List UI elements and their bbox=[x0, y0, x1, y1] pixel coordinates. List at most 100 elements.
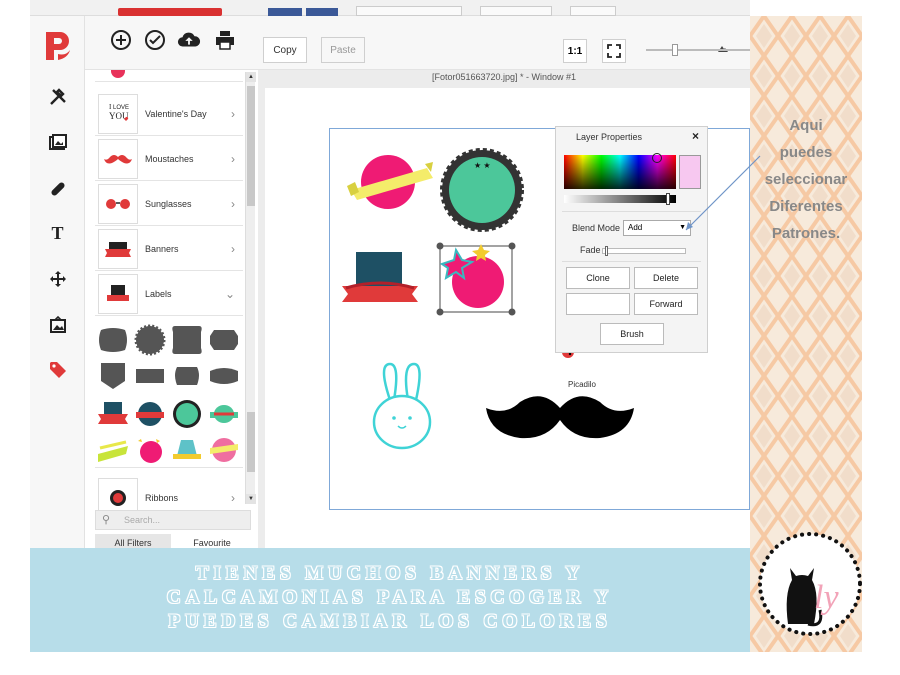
category-moustaches[interactable]: Moustaches › bbox=[95, 137, 243, 181]
label-sticker[interactable] bbox=[206, 432, 242, 468]
label-sticker[interactable] bbox=[95, 322, 131, 358]
bunny-sticker[interactable] bbox=[368, 360, 440, 452]
scroll-down-icon[interactable]: ▼ bbox=[246, 494, 256, 504]
label-sticker[interactable] bbox=[169, 432, 205, 468]
zoom-slider[interactable] bbox=[646, 44, 750, 56]
tools-icon[interactable] bbox=[30, 82, 85, 112]
chevron-right-icon: › bbox=[231, 242, 235, 256]
note-line: Patrones. bbox=[771, 225, 841, 242]
tab-all-filters[interactable]: All Filters bbox=[95, 534, 171, 548]
bookmark-field-2[interactable] bbox=[480, 6, 552, 16]
scroll-up-icon[interactable]: ▲ bbox=[246, 72, 256, 82]
clone-button[interactable]: Clone bbox=[566, 267, 630, 289]
add-circle-icon[interactable] bbox=[109, 28, 133, 52]
category-label: Moustaches bbox=[145, 154, 194, 164]
bookmark-field-3[interactable] bbox=[570, 6, 616, 16]
label-sticker[interactable] bbox=[132, 396, 168, 432]
scroll-thumb-lower[interactable] bbox=[247, 412, 255, 472]
delete-button[interactable]: Delete bbox=[634, 267, 698, 289]
chevron-right-icon: › bbox=[231, 107, 235, 121]
cat-logo-stamp: ly bbox=[758, 532, 862, 636]
note-line: seleccionar bbox=[764, 171, 848, 188]
sunglasses-thumb bbox=[98, 184, 138, 224]
label-sticker[interactable] bbox=[95, 396, 131, 432]
caption-line: CALCAMONIAS PARA ESCOGER Y bbox=[166, 587, 614, 608]
backward-button[interactable] bbox=[566, 293, 630, 315]
category-banners[interactable]: Banners › bbox=[95, 227, 243, 271]
fullscreen-button[interactable] bbox=[602, 39, 626, 63]
moustache-thumb bbox=[98, 139, 138, 179]
sticker-search-input[interactable]: ⚲ Search... bbox=[95, 510, 251, 530]
label-sticker[interactable] bbox=[169, 322, 205, 358]
screenshot-root: T Copy Paste 1:1 I LOVE YOU Valentine's … bbox=[0, 0, 900, 675]
pink-badge-sticker[interactable] bbox=[345, 150, 435, 220]
svg-text:I: I bbox=[109, 103, 112, 111]
label-sticker[interactable] bbox=[95, 432, 131, 468]
list-item[interactable] bbox=[95, 70, 243, 82]
green-seal-sticker[interactable]: ★ ★ bbox=[440, 148, 524, 232]
category-labels[interactable]: Labels ⌄ bbox=[95, 272, 243, 316]
label-sticker[interactable] bbox=[206, 396, 242, 432]
window-title: [Fotor051663720.jpg] * - Window #1 bbox=[431, 72, 577, 82]
tab-favourite[interactable]: Favourite bbox=[173, 534, 251, 548]
app-logo-icon[interactable] bbox=[40, 28, 74, 64]
label-sticker[interactable] bbox=[169, 358, 205, 394]
banner-thumb bbox=[98, 229, 138, 269]
labels-sticker-grid bbox=[95, 318, 243, 468]
label-sticker[interactable] bbox=[132, 358, 168, 394]
photos-icon[interactable] bbox=[30, 128, 85, 158]
label-sticker[interactable] bbox=[95, 358, 131, 394]
labels-thumb bbox=[98, 274, 138, 314]
browser-bookmark-strip bbox=[30, 0, 750, 16]
label-sticker[interactable] bbox=[169, 396, 205, 432]
paste-button[interactable]: Paste bbox=[321, 37, 365, 63]
category-label: Banners bbox=[145, 244, 179, 254]
text-tool-icon[interactable]: T bbox=[30, 218, 85, 248]
label-sticker[interactable] bbox=[132, 432, 168, 468]
category-valentines[interactable]: I LOVE YOU Valentine's Day › bbox=[95, 92, 243, 136]
svg-text:ly: ly bbox=[814, 579, 839, 616]
watermark-label: Picadilo bbox=[567, 380, 596, 389]
selected-pink-sticker[interactable] bbox=[434, 238, 518, 316]
label-sticker[interactable] bbox=[206, 358, 242, 394]
brush-button[interactable]: Brush bbox=[600, 323, 664, 345]
chevron-down-icon: ⌄ bbox=[224, 287, 235, 301]
caption-line: TIENES MUCHOS BANNERS Y bbox=[195, 563, 585, 584]
stickers-tag-icon[interactable] bbox=[30, 354, 85, 384]
fade-slider[interactable] bbox=[602, 246, 686, 256]
bookmark-field-1[interactable] bbox=[356, 6, 462, 16]
caption-text: TIENES MUCHOS BANNERS Y CALCAMONIAS PARA… bbox=[30, 562, 750, 634]
actual-size-button[interactable]: 1:1 bbox=[563, 39, 587, 63]
fade-label: Fade bbox=[580, 245, 601, 255]
bookmark-blue-1[interactable] bbox=[268, 8, 302, 16]
zoom-slider-knob[interactable] bbox=[672, 44, 678, 56]
scroll-thumb[interactable] bbox=[247, 86, 255, 206]
divider bbox=[562, 261, 701, 262]
category-sunglasses[interactable]: Sunglasses › bbox=[95, 182, 243, 226]
fade-slider-knob[interactable] bbox=[605, 246, 608, 256]
navy-banner-sticker[interactable] bbox=[340, 250, 420, 310]
tool-rail: T bbox=[30, 16, 85, 548]
chevron-right-icon: › bbox=[231, 152, 235, 166]
svg-text:★ ★: ★ ★ bbox=[474, 161, 491, 170]
close-icon[interactable]: × bbox=[692, 129, 699, 143]
cloud-upload-icon[interactable] bbox=[177, 28, 201, 52]
copy-button[interactable]: Copy bbox=[263, 37, 307, 63]
bookmark-red[interactable] bbox=[118, 8, 222, 16]
bandage-icon[interactable] bbox=[30, 174, 85, 204]
category-label: Valentine's Day bbox=[145, 109, 207, 119]
frame-icon[interactable] bbox=[30, 310, 85, 340]
label-sticker[interactable] bbox=[132, 322, 168, 358]
print-icon[interactable] bbox=[213, 28, 237, 52]
blend-mode-value: Add bbox=[628, 223, 643, 232]
bookmark-blue-2[interactable] bbox=[306, 8, 338, 16]
forward-button[interactable]: Forward bbox=[634, 293, 698, 315]
move-icon[interactable] bbox=[30, 264, 85, 294]
check-circle-icon[interactable] bbox=[143, 28, 167, 52]
category-label: Sunglasses bbox=[145, 199, 192, 209]
moustache-sticker[interactable] bbox=[482, 392, 638, 448]
chevron-right-icon: › bbox=[231, 197, 235, 211]
top-toolbar: Copy Paste 1:1 bbox=[85, 16, 750, 70]
label-sticker[interactable] bbox=[206, 322, 242, 358]
panel-scrollbar[interactable]: ▲ ▼ bbox=[245, 72, 256, 504]
